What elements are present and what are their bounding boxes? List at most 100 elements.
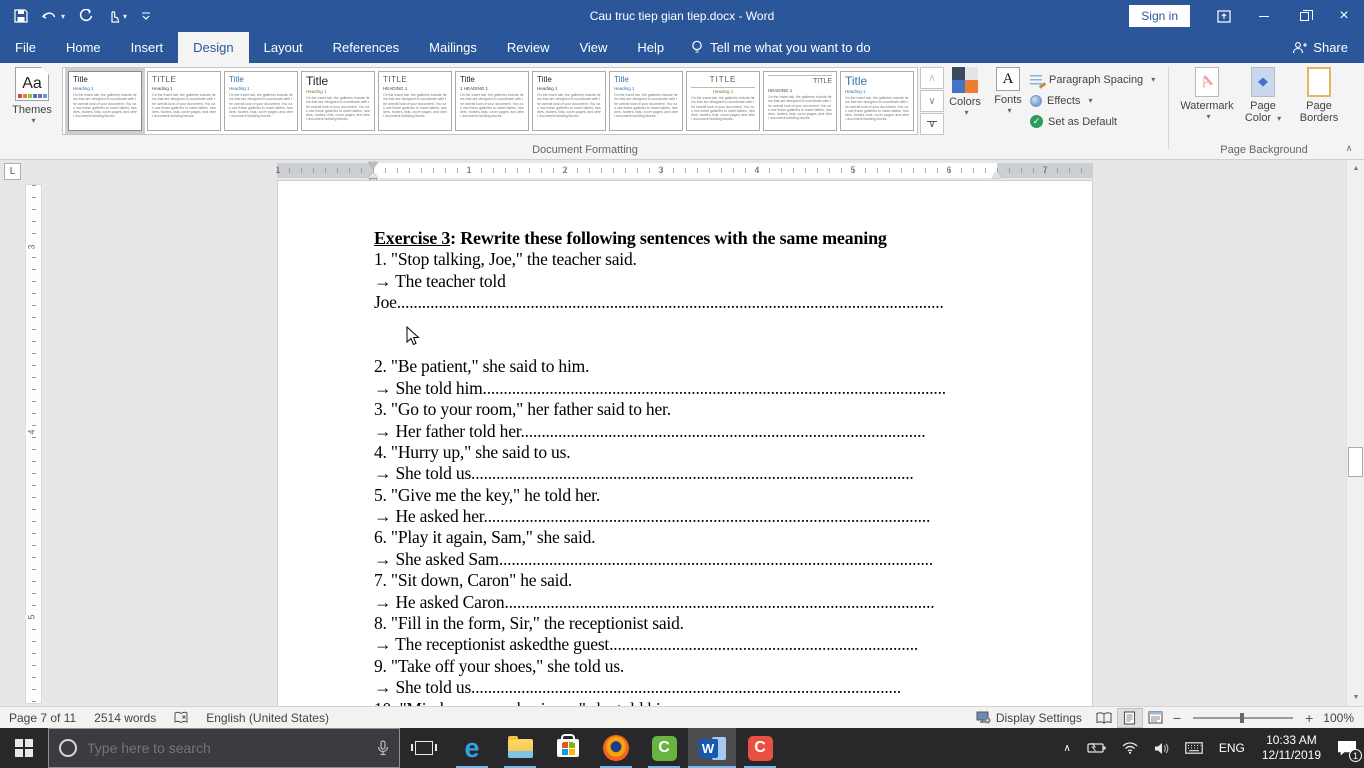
- zoom-slider-thumb[interactable]: [1240, 713, 1244, 723]
- tab-file[interactable]: File: [0, 32, 51, 63]
- close-button[interactable]: ×: [1324, 0, 1364, 32]
- touch-mode-caret[interactable]: ▾: [123, 12, 127, 21]
- collapse-ribbon-icon[interactable]: ∧: [1340, 141, 1358, 155]
- page-color-button[interactable]: PageColor ▾: [1238, 67, 1288, 151]
- document-line: → The receptionist askedthe guest.......…: [374, 634, 998, 655]
- tell-me-box[interactable]: Tell me what you want to do: [679, 32, 882, 63]
- language-status[interactable]: English (United States): [197, 711, 338, 725]
- touch-mode-icon[interactable]: ▾: [107, 9, 127, 23]
- minimize-button[interactable]: [1244, 0, 1284, 32]
- speaker-icon[interactable]: [1146, 728, 1177, 768]
- tab-references[interactable]: References: [318, 32, 414, 63]
- zoom-out-button[interactable]: −: [1169, 710, 1185, 726]
- undo-dropdown-caret[interactable]: ▾: [61, 12, 65, 21]
- style-set-thumbnail[interactable]: TitleHeading 1On the Insert tab, the gal…: [224, 71, 298, 131]
- web-layout-button[interactable]: [1143, 708, 1169, 728]
- gallery-scroll-controls: ∧ ∨ ∨: [920, 67, 944, 136]
- status-bar: Page 7 of 11 2514 words English (United …: [0, 706, 1364, 728]
- fonts-button[interactable]: A Fonts ▾: [988, 67, 1028, 151]
- scrollbar-thumb[interactable]: [1348, 447, 1363, 477]
- style-set-thumbnail[interactable]: TitleHeading 1On the Insert tab, the gal…: [532, 71, 606, 131]
- battery-icon[interactable]: [1079, 728, 1114, 768]
- gallery-scroll-up-icon[interactable]: ∧: [920, 67, 944, 89]
- taskbar-app-store[interactable]: [544, 728, 592, 768]
- effects-button[interactable]: Effects▾: [1030, 90, 1155, 111]
- task-view-button[interactable]: [400, 728, 448, 768]
- taskbar-app-edge[interactable]: e: [448, 728, 496, 768]
- taskbar-app-camtasia[interactable]: C: [640, 728, 688, 768]
- read-mode-button[interactable]: [1091, 708, 1117, 728]
- zoom-in-button[interactable]: +: [1301, 710, 1317, 726]
- style-set-thumbnail[interactable]: TitleHeading 1On the Insert tab, the gal…: [840, 71, 914, 131]
- paragraph-spacing-button[interactable]: Paragraph Spacing▾: [1030, 69, 1155, 90]
- vertical-ruler[interactable]: 345: [25, 184, 42, 704]
- watermark-button[interactable]: A Watermark ▾: [1178, 67, 1236, 151]
- horizontal-ruler[interactable]: 11234567: [277, 163, 1093, 178]
- tray-chevron-icon[interactable]: ∧: [1055, 728, 1078, 768]
- sign-in-button[interactable]: Sign in: [1129, 5, 1190, 27]
- style-set-thumbnail[interactable]: TITLEHeading 1On the Insert tab, the gal…: [686, 71, 760, 131]
- tab-help[interactable]: Help: [622, 32, 679, 63]
- style-set-thumbnail[interactable]: TitleHeading 1On the Insert tab, the gal…: [301, 71, 375, 131]
- tab-home[interactable]: Home: [51, 32, 116, 63]
- zoom-slider[interactable]: [1193, 717, 1293, 719]
- word-count-status[interactable]: 2514 words: [85, 711, 165, 725]
- gallery-scroll-down-icon[interactable]: ∨: [920, 90, 944, 112]
- proofing-status-icon[interactable]: [165, 711, 197, 725]
- tab-review[interactable]: Review: [492, 32, 565, 63]
- tab-view[interactable]: View: [564, 32, 622, 63]
- notification-count-badge: 1: [1349, 749, 1362, 762]
- style-set-thumbnail[interactable]: TitleHeading 1On the Insert tab, the gal…: [609, 71, 683, 131]
- scroll-up-icon[interactable]: ▲: [1347, 160, 1364, 177]
- scroll-down-icon[interactable]: ▼: [1347, 689, 1364, 706]
- taskbar-app-file-explorer[interactable]: [496, 728, 544, 768]
- themes-button[interactable]: Aa Themes ▾: [6, 67, 58, 151]
- redo-icon[interactable]: [79, 9, 93, 23]
- undo-icon[interactable]: ▾: [42, 10, 65, 23]
- save-icon[interactable]: [14, 9, 28, 23]
- wifi-icon[interactable]: [1114, 728, 1146, 768]
- document-line: 8. "Fill in the form, Sir," the receptio…: [374, 613, 998, 634]
- gallery-more-icon[interactable]: ∨: [920, 113, 944, 135]
- clock[interactable]: 10:33 AM 12/11/2019: [1253, 728, 1330, 768]
- style-set-thumbnail[interactable]: Title1 HEADING 1On the Insert tab, the g…: [455, 71, 529, 131]
- touch-keyboard-icon[interactable]: [1177, 728, 1211, 768]
- taskbar-app-firefox[interactable]: [592, 728, 640, 768]
- print-layout-button[interactable]: [1117, 708, 1143, 728]
- search-input[interactable]: [87, 740, 367, 756]
- microphone-icon[interactable]: [377, 740, 389, 756]
- ribbon-display-options-icon[interactable]: [1204, 0, 1244, 32]
- tab-insert[interactable]: Insert: [116, 32, 179, 63]
- style-set-thumbnail[interactable]: TITLEHEADING 1On the Insert tab, the gal…: [763, 71, 837, 131]
- style-set-thumbnail[interactable]: TITLEHeading 1On the Insert tab, the gal…: [147, 71, 221, 131]
- page-borders-button[interactable]: PageBorders: [1290, 67, 1348, 151]
- tab-layout[interactable]: Layout: [249, 32, 318, 63]
- action-center-button[interactable]: 1: [1330, 728, 1364, 768]
- tab-design[interactable]: Design: [178, 32, 248, 63]
- document-line: 9. "Take off your shoes," she told us.: [374, 656, 998, 677]
- zoom-level[interactable]: 100%: [1317, 711, 1364, 725]
- document-line: Exercise 3: Rewrite these following sent…: [374, 228, 998, 249]
- start-button[interactable]: [0, 728, 48, 768]
- document-page[interactable]: Exercise 3: Rewrite these following sent…: [277, 180, 1093, 706]
- customize-qat-icon[interactable]: [141, 11, 151, 21]
- page-number-status[interactable]: Page 7 of 11: [0, 711, 85, 725]
- document-line: → She told us...........................…: [374, 463, 998, 484]
- language-indicator[interactable]: ENG: [1211, 728, 1253, 768]
- set-as-default-button[interactable]: ✓ Set as Default: [1030, 111, 1155, 132]
- taskbar-app-recorder[interactable]: C: [736, 728, 784, 768]
- right-indent-marker[interactable]: [992, 171, 1002, 178]
- colors-button[interactable]: Colors ▾: [944, 67, 986, 151]
- tab-mailings[interactable]: Mailings: [414, 32, 492, 63]
- tab-stop-selector[interactable]: L: [4, 163, 21, 180]
- vertical-scrollbar[interactable]: ▲ ▼: [1346, 160, 1364, 706]
- share-button[interactable]: Share: [1292, 32, 1364, 63]
- restore-button[interactable]: [1284, 0, 1324, 32]
- taskbar-app-word[interactable]: W: [688, 728, 736, 768]
- display-settings-button[interactable]: Display Settings: [967, 711, 1091, 725]
- taskbar-search-box[interactable]: [48, 728, 400, 768]
- first-line-indent-marker[interactable]: [368, 162, 378, 169]
- file-explorer-icon: [508, 739, 533, 758]
- style-set-thumbnail[interactable]: TitleHeading 1On the Insert tab, the gal…: [68, 71, 142, 131]
- style-set-thumbnail[interactable]: TITLEHEADING 1On the Insert tab, the gal…: [378, 71, 452, 131]
